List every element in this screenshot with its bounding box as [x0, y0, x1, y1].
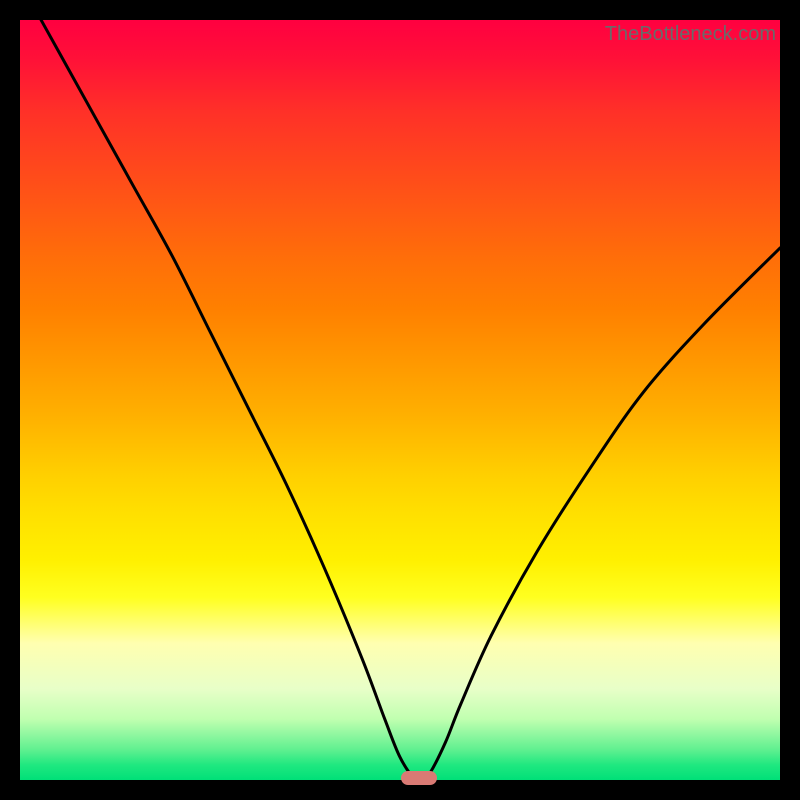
plot-area: TheBottleneck.com: [20, 20, 780, 780]
optimal-indicator: [401, 771, 437, 785]
chart-frame: TheBottleneck.com: [0, 0, 800, 800]
bottleneck-curve: [20, 20, 780, 780]
